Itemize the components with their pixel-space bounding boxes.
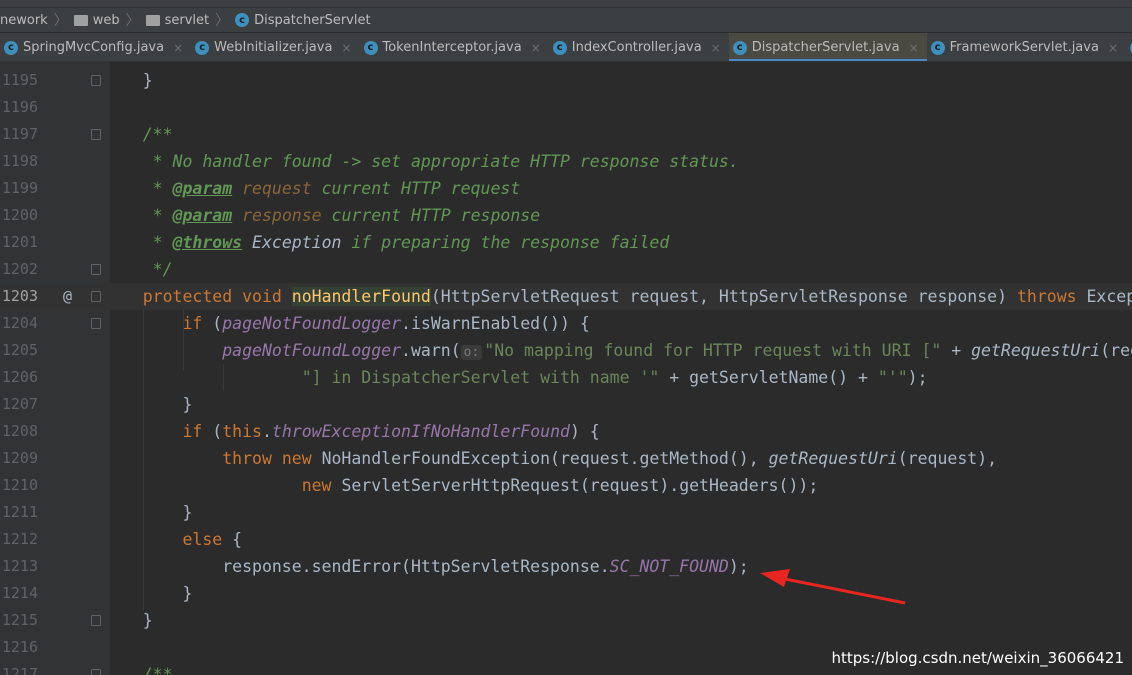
red-arrow-annotation bbox=[760, 569, 906, 605]
watermark: https://blog.csdn.net/weixin_36066421 bbox=[831, 649, 1124, 667]
